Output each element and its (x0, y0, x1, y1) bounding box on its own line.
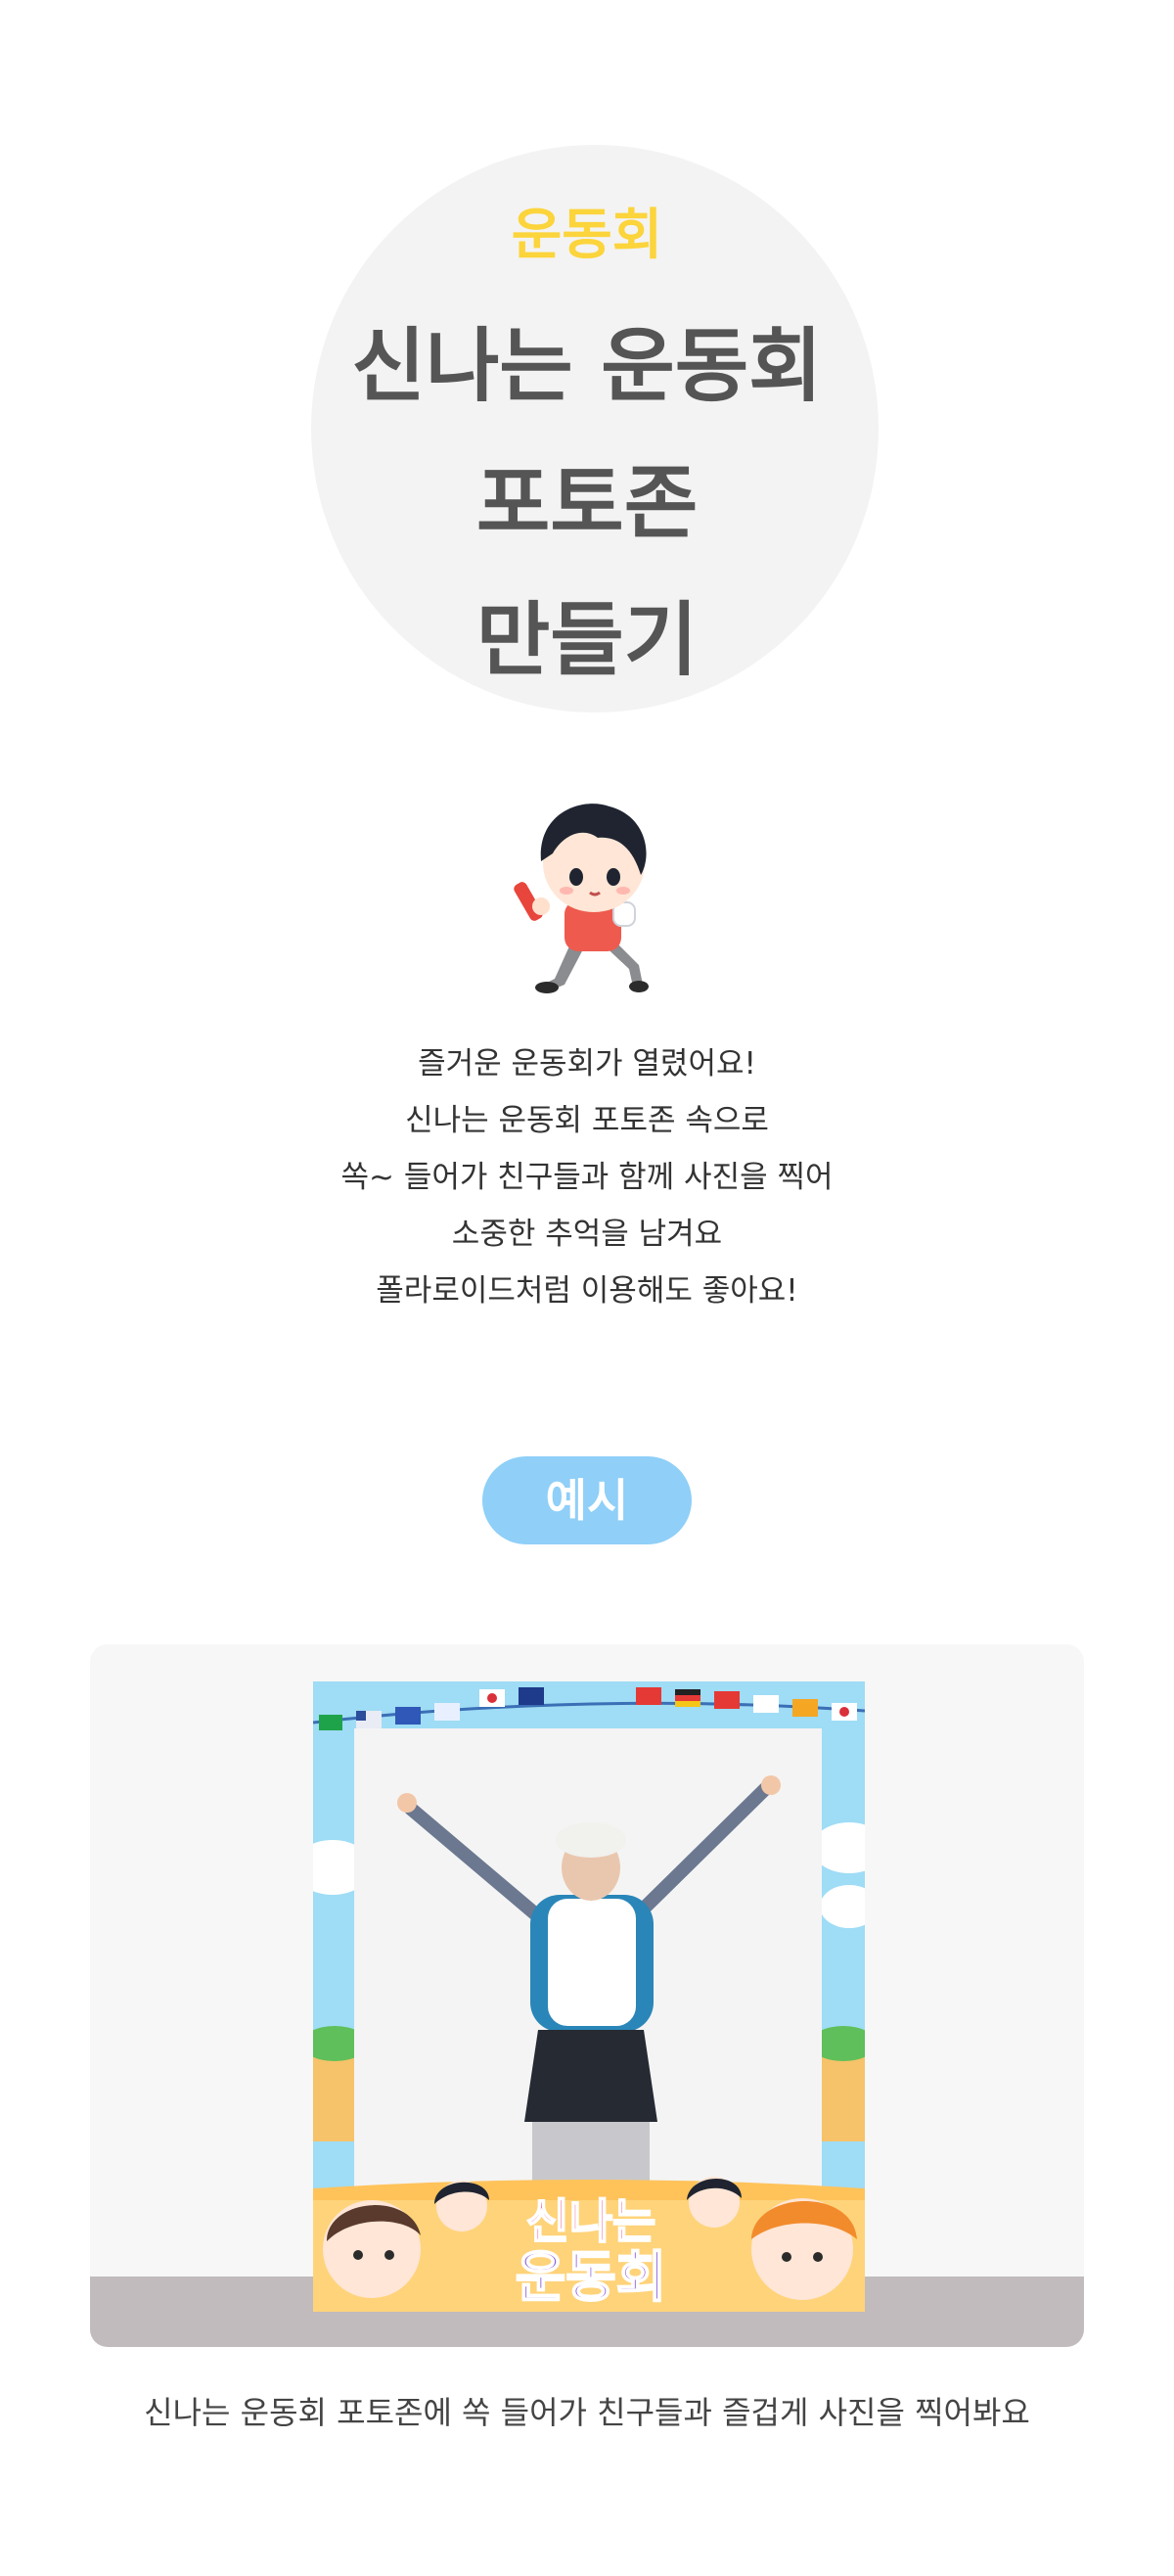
running-kid-illustration (514, 804, 649, 993)
frame-text-line-2: 운동회 (516, 2246, 667, 2310)
description-line-5: 폴라로이드처럼 이용해도 좋아요! (376, 1273, 798, 1309)
description-line-3: 쏙~ 들어가 친구들과 함께 사진을 찍어 (340, 1160, 834, 1195)
title-line-2: 포토존 (475, 457, 699, 550)
example-panel: 신나는 운동회 (90, 1644, 1084, 2347)
description-line-2: 신나는 운동회 포토존 속으로 (405, 1103, 769, 1138)
example-caption: 신나는 운동회 포토존에 쏙 들어가 친구들과 즐겁게 사진을 찍어봐요 (144, 2394, 1030, 2431)
title-line-1: 신나는 운동회 (351, 320, 823, 413)
page-title: 신나는 운동회 포토존 만들기 (0, 299, 1174, 710)
frame-text-line-1: 신나는 (526, 2194, 655, 2249)
description: 즐거운 운동회가 열렸어요! 신나는 운동회 포토존 속으로 쏙~ 들어가 친구… (0, 1035, 1174, 1319)
example-badge: 예시 (482, 1456, 692, 1544)
description-line-1: 즐거운 운동회가 열렸어요! (418, 1046, 756, 1081)
title-line-3: 만들기 (475, 594, 699, 687)
photo-frame-example: 신나는 운동회 (313, 1681, 865, 2312)
category-label: 운동회 (511, 204, 663, 267)
description-line-4: 소중한 추억을 남겨요 (451, 1217, 723, 1252)
